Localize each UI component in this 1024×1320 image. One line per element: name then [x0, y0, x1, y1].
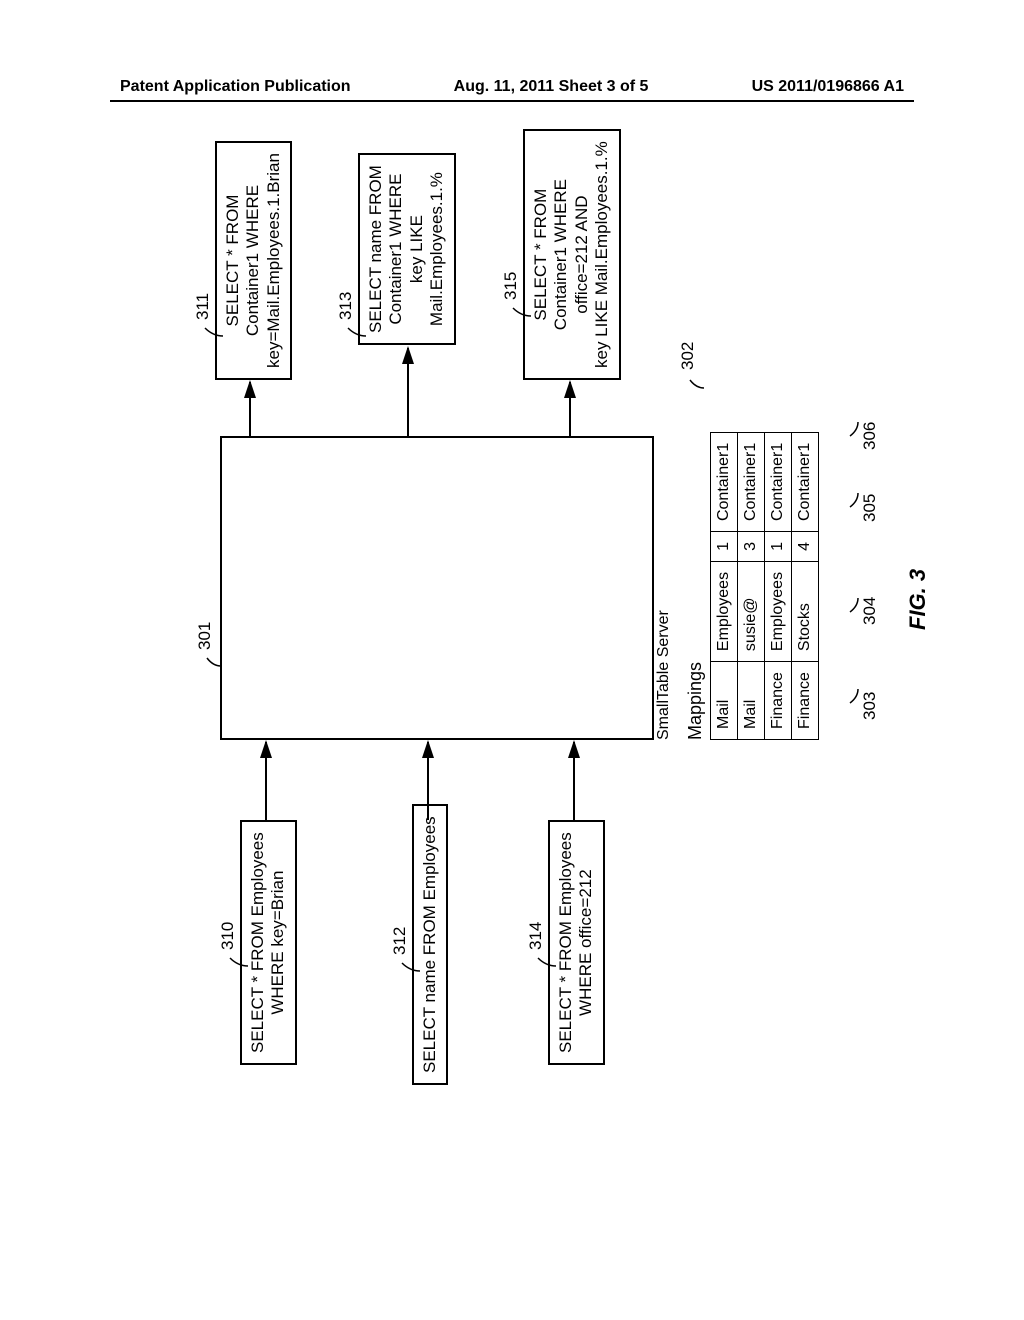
mappings-table: MailEmployees1Container1Mailsusie@3Conta…: [710, 432, 819, 740]
table-cell: Employees: [711, 561, 738, 661]
ref-306: 306: [860, 422, 880, 450]
figure-3: SmallTable Server 301 SELECT * FROM Empl…: [50, 260, 1000, 1050]
table-cell: susie@: [738, 561, 765, 661]
table-cell: Container1: [711, 432, 738, 531]
ref-302: 302: [678, 342, 698, 370]
table-cell: 4: [792, 532, 819, 562]
header-date-sheet: Aug. 11, 2011 Sheet 3 of 5: [454, 78, 649, 96]
table-cell: Container1: [792, 432, 819, 531]
table-row: Mailsusie@3Container1: [738, 432, 765, 739]
header-publication: Patent Application Publication: [0, 78, 351, 96]
mappings-label: Mappings: [685, 662, 706, 740]
table-cell: Employees: [765, 561, 792, 661]
table-row: FinanceStocks4Container1: [792, 432, 819, 739]
ref-304: 304: [860, 597, 880, 625]
table-cell: Container1: [765, 432, 792, 531]
table-row: FinanceEmployees1Container1: [765, 432, 792, 739]
ref-305: 305: [860, 494, 880, 522]
table-cell: Finance: [792, 662, 819, 740]
table-cell: Mail: [738, 662, 765, 740]
table-cell: 1: [765, 532, 792, 562]
table-cell: 3: [738, 532, 765, 562]
table-cell: Finance: [765, 662, 792, 740]
figure-title: FIG. 3: [905, 569, 931, 630]
table-cell: Mail: [711, 662, 738, 740]
header-docnumber: US 2011/0196866 A1: [752, 78, 1024, 96]
table-cell: Container1: [738, 432, 765, 531]
table-cell: 1: [711, 532, 738, 562]
table-row: MailEmployees1Container1: [711, 432, 738, 739]
ref-303: 303: [860, 692, 880, 720]
table-cell: Stocks: [792, 561, 819, 661]
